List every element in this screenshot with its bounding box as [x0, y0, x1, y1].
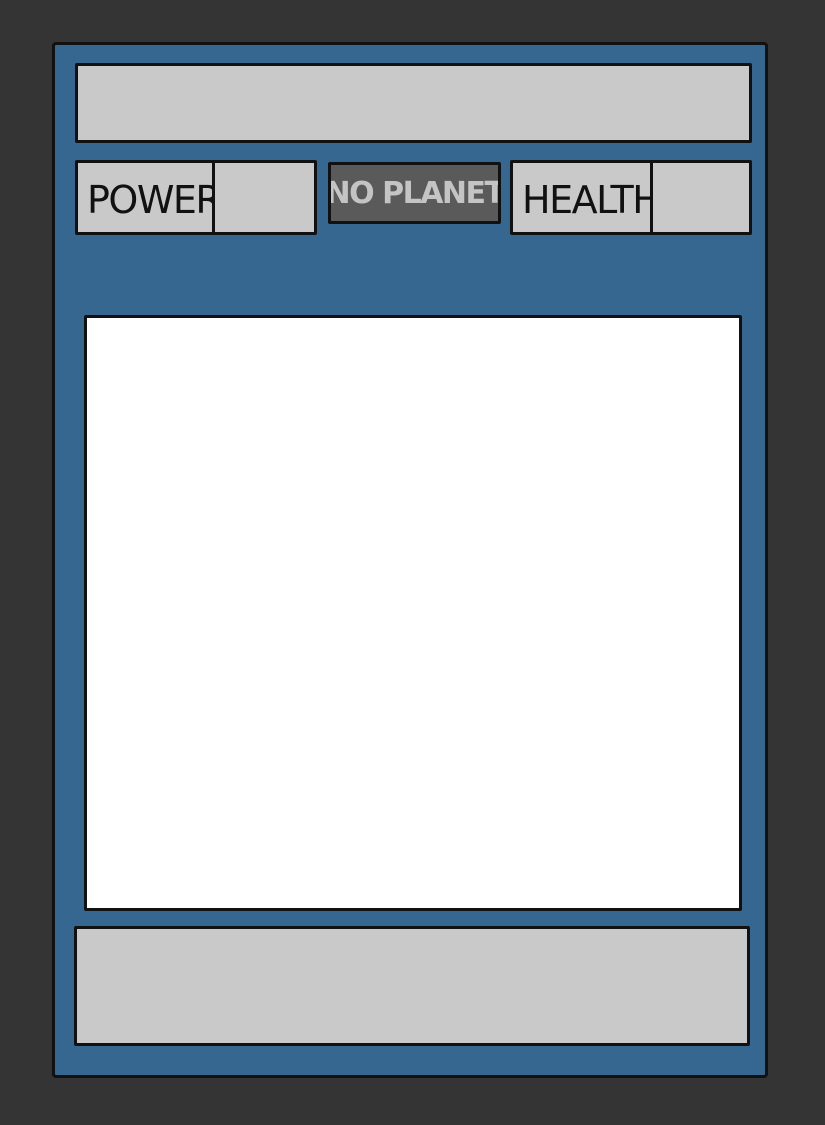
health-label: HEALTH — [513, 163, 653, 232]
planet-badge: NO PLANET — [328, 162, 501, 224]
power-stat-box: POWER — [75, 160, 317, 235]
card-artwork — [84, 315, 742, 911]
power-value — [215, 163, 314, 232]
health-stat-box: HEALTH — [510, 160, 752, 235]
health-value — [653, 163, 749, 232]
power-label: POWER — [78, 163, 215, 232]
card-description-box — [74, 926, 750, 1046]
card-title-bar — [75, 63, 752, 143]
card-frame: POWER NO PLANET HEALTH — [52, 42, 768, 1078]
